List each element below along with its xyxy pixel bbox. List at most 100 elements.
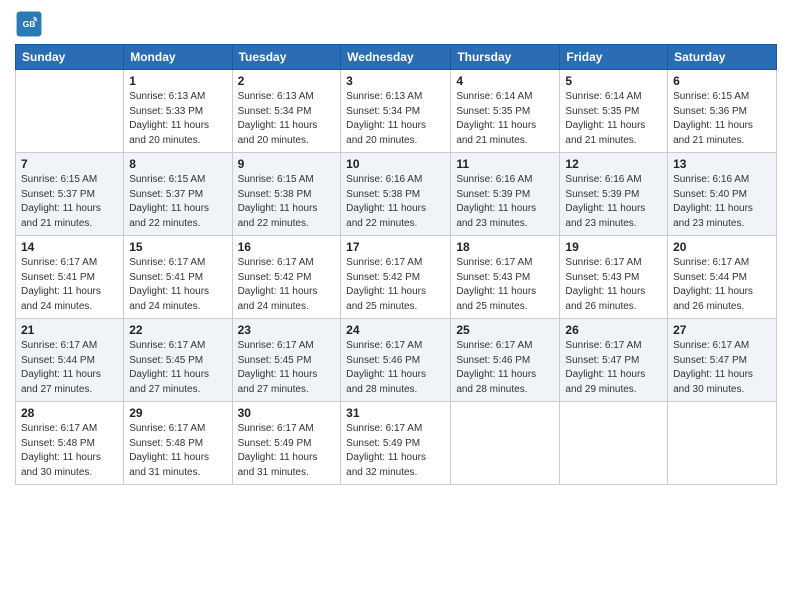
day-info: Sunrise: 6:13 AMSunset: 5:33 PMDaylight:…	[129, 90, 226, 148]
day-info: Sunrise: 6:17 AMSunset: 5:41 PMDaylight:…	[21, 256, 118, 314]
day-cell: 10 Sunrise: 6:16 AMSunset: 5:38 PMDayligh…	[341, 153, 451, 236]
day-info: Sunrise: 6:17 AMSunset: 5:42 PMDaylight:…	[238, 256, 336, 314]
day-info: Sunrise: 6:17 AMSunset: 5:45 PMDaylight:…	[238, 339, 336, 397]
logo-icon: GB	[15, 10, 43, 38]
day-cell: 15 Sunrise: 6:17 AMSunset: 5:41 PMDayligh…	[124, 236, 232, 319]
day-number: 18	[456, 240, 554, 254]
weekday-saturday: Saturday	[668, 45, 777, 70]
day-number: 21	[21, 323, 118, 337]
svg-text:GB: GB	[23, 19, 36, 29]
day-info: Sunrise: 6:15 AMSunset: 5:36 PMDaylight:…	[673, 90, 771, 148]
day-info: Sunrise: 6:17 AMSunset: 5:44 PMDaylight:…	[21, 339, 118, 397]
day-number: 13	[673, 157, 771, 171]
day-cell: 12Sunrise: 6:16 AMSunset: 5:39 PMDayligh…	[560, 153, 668, 236]
day-cell	[668, 402, 777, 485]
day-info: Sunrise: 6:16 AMSunset: 5:40 PMDaylight:…	[673, 173, 771, 231]
day-info: Sunrise: 6:17 AMSunset: 5:46 PMDaylight:…	[456, 339, 554, 397]
day-cell: 3Sunrise: 6:13 AMSunset: 5:34 PMDaylight…	[341, 70, 451, 153]
day-cell: 11Sunrise: 6:16 AMSunset: 5:39 PMDayligh…	[451, 153, 560, 236]
day-cell: 26 Sunrise: 6:17 AMSunset: 5:47 PMDayligh…	[560, 319, 668, 402]
week-row-2: 14 Sunrise: 6:17 AMSunset: 5:41 PMDayligh…	[16, 236, 777, 319]
week-row-0: 1Sunrise: 6:13 AMSunset: 5:33 PMDaylight…	[16, 70, 777, 153]
day-cell: 23 Sunrise: 6:17 AMSunset: 5:45 PMDayligh…	[232, 319, 341, 402]
day-cell: 9 Sunrise: 6:15 AMSunset: 5:38 PMDaylight…	[232, 153, 341, 236]
day-info: Sunrise: 6:15 AMSunset: 5:38 PMDaylight:…	[238, 173, 336, 231]
day-number: 30	[238, 406, 336, 420]
day-cell: 25 Sunrise: 6:17 AMSunset: 5:46 PMDayligh…	[451, 319, 560, 402]
day-number: 28	[21, 406, 118, 420]
day-number: 25	[456, 323, 554, 337]
day-number: 22	[129, 323, 226, 337]
weekday-thursday: Thursday	[451, 45, 560, 70]
day-number: 4	[456, 74, 554, 88]
weekday-sunday: Sunday	[16, 45, 124, 70]
day-cell: 24 Sunrise: 6:17 AMSunset: 5:46 PMDayligh…	[341, 319, 451, 402]
day-number: 20	[673, 240, 771, 254]
day-number: 10	[346, 157, 445, 171]
day-info: Sunrise: 6:17 AMSunset: 5:43 PMDaylight:…	[456, 256, 554, 314]
day-info: Sunrise: 6:17 AMSunset: 5:47 PMDaylight:…	[565, 339, 662, 397]
week-row-1: 7 Sunrise: 6:15 AMSunset: 5:37 PMDaylight…	[16, 153, 777, 236]
day-number: 19	[565, 240, 662, 254]
day-number: 23	[238, 323, 336, 337]
day-number: 8	[129, 157, 226, 171]
day-info: Sunrise: 6:17 AMSunset: 5:43 PMDaylight:…	[565, 256, 662, 314]
day-cell: 7 Sunrise: 6:15 AMSunset: 5:37 PMDaylight…	[16, 153, 124, 236]
day-cell: 20 Sunrise: 6:17 AMSunset: 5:44 PMDayligh…	[668, 236, 777, 319]
day-number: 16	[238, 240, 336, 254]
day-number: 15	[129, 240, 226, 254]
day-info: Sunrise: 6:14 AMSunset: 5:35 PMDaylight:…	[565, 90, 662, 148]
day-cell: 29Sunrise: 6:17 AMSunset: 5:48 PMDayligh…	[124, 402, 232, 485]
day-info: Sunrise: 6:13 AMSunset: 5:34 PMDaylight:…	[346, 90, 445, 148]
day-info: Sunrise: 6:17 AMSunset: 5:49 PMDaylight:…	[238, 422, 336, 480]
weekday-wednesday: Wednesday	[341, 45, 451, 70]
day-info: Sunrise: 6:16 AMSunset: 5:38 PMDaylight:…	[346, 173, 445, 231]
day-cell: 28 Sunrise: 6:17 AMSunset: 5:48 PMDayligh…	[16, 402, 124, 485]
day-number: 5	[565, 74, 662, 88]
weekday-tuesday: Tuesday	[232, 45, 341, 70]
day-info: Sunrise: 6:17 AMSunset: 5:45 PMDaylight:…	[129, 339, 226, 397]
day-number: 11	[456, 157, 554, 171]
day-number: 6	[673, 74, 771, 88]
header: GB	[15, 10, 777, 38]
day-number: 12	[565, 157, 662, 171]
day-cell: 13 Sunrise: 6:16 AMSunset: 5:40 PMDayligh…	[668, 153, 777, 236]
day-info: Sunrise: 6:17 AMSunset: 5:49 PMDaylight:…	[346, 422, 445, 480]
day-info: Sunrise: 6:17 AMSunset: 5:42 PMDaylight:…	[346, 256, 445, 314]
day-number: 27	[673, 323, 771, 337]
day-number: 7	[21, 157, 118, 171]
day-cell: 18 Sunrise: 6:17 AMSunset: 5:43 PMDayligh…	[451, 236, 560, 319]
day-number: 24	[346, 323, 445, 337]
day-cell: 27 Sunrise: 6:17 AMSunset: 5:47 PMDayligh…	[668, 319, 777, 402]
day-number: 26	[565, 323, 662, 337]
day-cell: 19 Sunrise: 6:17 AMSunset: 5:43 PMDayligh…	[560, 236, 668, 319]
day-cell	[560, 402, 668, 485]
day-number: 9	[238, 157, 336, 171]
day-cell: 6 Sunrise: 6:15 AMSunset: 5:36 PMDaylight…	[668, 70, 777, 153]
day-cell: 30 Sunrise: 6:17 AMSunset: 5:49 PMDayligh…	[232, 402, 341, 485]
day-info: Sunrise: 6:15 AMSunset: 5:37 PMDaylight:…	[129, 173, 226, 231]
day-info: Sunrise: 6:17 AMSunset: 5:41 PMDaylight:…	[129, 256, 226, 314]
day-info: Sunrise: 6:14 AMSunset: 5:35 PMDaylight:…	[456, 90, 554, 148]
weekday-friday: Friday	[560, 45, 668, 70]
day-info: Sunrise: 6:17 AMSunset: 5:48 PMDaylight:…	[21, 422, 118, 480]
day-info: Sunrise: 6:17 AMSunset: 5:46 PMDaylight:…	[346, 339, 445, 397]
day-cell	[16, 70, 124, 153]
day-cell: 31Sunrise: 6:17 AMSunset: 5:49 PMDayligh…	[341, 402, 451, 485]
day-cell: 22 Sunrise: 6:17 AMSunset: 5:45 PMDayligh…	[124, 319, 232, 402]
logo: GB	[15, 10, 47, 38]
week-row-3: 21 Sunrise: 6:17 AMSunset: 5:44 PMDayligh…	[16, 319, 777, 402]
day-cell: 17Sunrise: 6:17 AMSunset: 5:42 PMDayligh…	[341, 236, 451, 319]
day-cell: 16 Sunrise: 6:17 AMSunset: 5:42 PMDayligh…	[232, 236, 341, 319]
day-number: 29	[129, 406, 226, 420]
day-info: Sunrise: 6:17 AMSunset: 5:44 PMDaylight:…	[673, 256, 771, 314]
day-cell: 8 Sunrise: 6:15 AMSunset: 5:37 PMDaylight…	[124, 153, 232, 236]
day-number: 14	[21, 240, 118, 254]
day-cell: 5 Sunrise: 6:14 AMSunset: 5:35 PMDaylight…	[560, 70, 668, 153]
day-cell: 14 Sunrise: 6:17 AMSunset: 5:41 PMDayligh…	[16, 236, 124, 319]
day-info: Sunrise: 6:15 AMSunset: 5:37 PMDaylight:…	[21, 173, 118, 231]
weekday-header-row: SundayMondayTuesdayWednesdayThursdayFrid…	[16, 45, 777, 70]
day-info: Sunrise: 6:13 AMSunset: 5:34 PMDaylight:…	[238, 90, 336, 148]
day-cell: 2Sunrise: 6:13 AMSunset: 5:34 PMDaylight…	[232, 70, 341, 153]
day-info: Sunrise: 6:17 AMSunset: 5:47 PMDaylight:…	[673, 339, 771, 397]
